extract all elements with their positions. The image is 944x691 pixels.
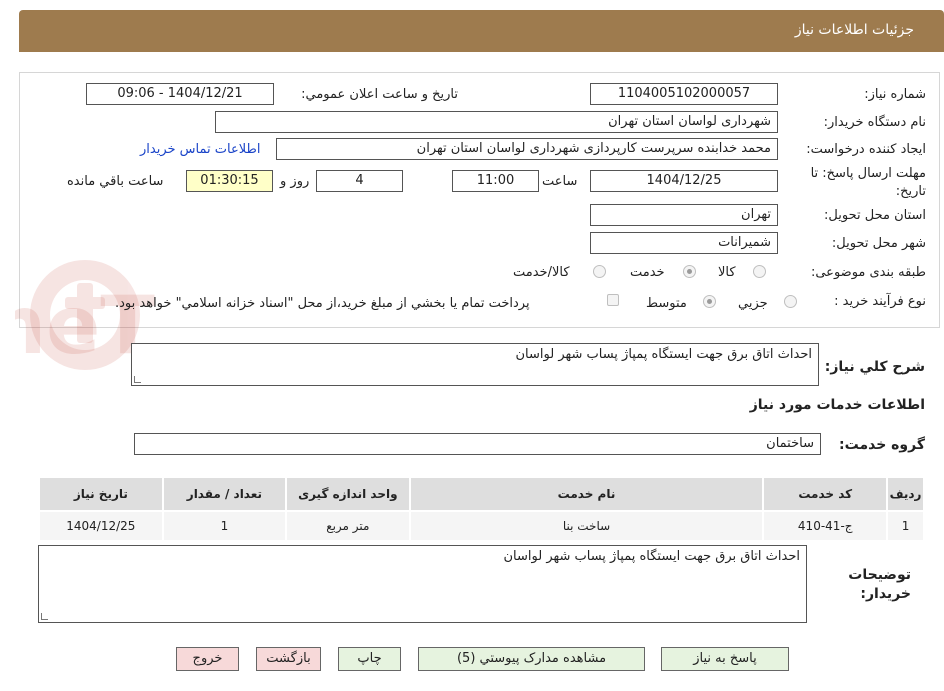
- attachments-button[interactable]: مشاهده مدارک پيوستي (5): [418, 647, 645, 671]
- province-label: استان محل تحويل:: [824, 208, 926, 223]
- cell-unit: متر مربع: [285, 510, 411, 542]
- buyer-org-label: نام دستگاه خريدار:: [823, 115, 926, 130]
- col-header-qty: تعداد / مقدار: [161, 476, 288, 512]
- remaining-time-label: ساعت باقي مانده: [67, 174, 164, 189]
- category-label: طبقه بندی موضوعی:: [810, 265, 926, 280]
- category-radio-goods[interactable]: [753, 265, 766, 278]
- cell-date: 1404/12/25: [38, 510, 164, 542]
- days-label: روز و: [280, 174, 310, 189]
- process-radio-medium[interactable]: [703, 295, 716, 308]
- services-section-title: اطلاعات خدمات مورد نياز: [749, 397, 925, 413]
- page-title: جزئیات اطلاعات نیاز: [794, 22, 914, 38]
- resize-handle-icon[interactable]: [134, 376, 141, 383]
- service-group-field[interactable]: ساختمان: [134, 433, 821, 455]
- treasury-payment-note: پرداخت تمام يا بخشي از مبلغ خريد،از محل …: [115, 296, 530, 311]
- col-header-name: نام خدمت: [408, 476, 765, 512]
- page-header: جزئیات اطلاعات نیاز: [19, 10, 944, 52]
- col-header-index: رديف: [886, 476, 925, 512]
- category-radio-goods-service[interactable]: [593, 265, 606, 278]
- deadline-date-field[interactable]: 1404/12/25: [590, 170, 778, 192]
- table-row: 1 ج-41-410 ساخت بنا متر مربع 1 1404/12/2…: [38, 510, 925, 542]
- buyer-notes-textarea[interactable]: احداث اتاق برق جهت ایستگاه پمپاژ پساب شه…: [38, 545, 807, 623]
- remaining-time-field: 01:30:15: [186, 170, 273, 192]
- summary-text: احداث اتاق برق جهت ایستگاه پمپاژ پساب شه…: [515, 347, 813, 362]
- category-option-goods-service: کالا/خدمت: [513, 265, 570, 280]
- requester-label: ايجاد کننده درخواست:: [806, 142, 926, 157]
- service-group-label: گروه خدمت:: [839, 437, 925, 453]
- buyer-notes-label-2: خريدار:: [860, 586, 911, 602]
- table-header-row: رديف کد خدمت نام خدمت واحد اندازه گيری ت…: [38, 476, 925, 512]
- category-option-service: خدمت: [630, 265, 665, 280]
- process-radio-minor[interactable]: [784, 295, 797, 308]
- reply-button[interactable]: پاسخ به نياز: [661, 647, 789, 671]
- need-number-field[interactable]: 1104005102000057: [590, 83, 778, 105]
- requester-field[interactable]: محمد خدابنده سرپرست کارپردازی شهرداری لو…: [276, 138, 778, 160]
- city-label: شهر محل تحويل:: [831, 236, 926, 251]
- province-field[interactable]: تهران: [590, 204, 778, 226]
- need-number-label: شماره نیاز:: [864, 87, 926, 102]
- treasury-payment-checkbox[interactable]: [607, 294, 619, 306]
- deadline-label: مهلت ارسال پاسخ: تا: [810, 166, 926, 181]
- back-button[interactable]: بازگشت: [256, 647, 321, 671]
- exit-button[interactable]: خروج: [176, 647, 239, 671]
- services-table: رديف کد خدمت نام خدمت واحد اندازه گيری ت…: [38, 476, 925, 542]
- announce-field[interactable]: 1404/12/21 - 09:06: [86, 83, 274, 105]
- category-option-goods: کالا: [718, 265, 736, 280]
- buyer-notes-label: توضيحات: [848, 567, 911, 583]
- col-header-date: تاريخ نياز: [38, 476, 164, 512]
- cell-name: ساخت بنا: [408, 510, 765, 542]
- resize-handle-icon[interactable]: [41, 613, 48, 620]
- buyer-notes-text: احداث اتاق برق جهت ایستگاه پمپاژ پساب شه…: [503, 549, 801, 564]
- cell-code: ج-41-410: [762, 510, 889, 542]
- announce-label: تاریخ و ساعت اعلان عمومي:: [301, 87, 458, 102]
- col-header-code: کد خدمت: [762, 476, 889, 512]
- process-option-medium: متوسط: [646, 296, 687, 311]
- deadline-time-field[interactable]: 11:00: [452, 170, 539, 192]
- city-field[interactable]: شمیرانات: [590, 232, 778, 254]
- buyer-contact-link[interactable]: اطلاعات تماس خريدار: [140, 142, 260, 157]
- cell-index: 1: [886, 510, 925, 542]
- process-option-minor: جزيي: [738, 296, 768, 311]
- deadline-time-label: ساعت: [542, 174, 578, 189]
- cell-qty: 1: [161, 510, 288, 542]
- buyer-org-field[interactable]: شهرداری لواسان استان تهران: [215, 111, 778, 133]
- process-label: نوع فرآيند خريد :: [834, 294, 926, 309]
- deadline-label-date: تاريخ:: [895, 184, 926, 199]
- category-radio-service[interactable]: [683, 265, 696, 278]
- summary-label: شرح کلي نياز:: [824, 359, 925, 375]
- days-field[interactable]: 4: [316, 170, 403, 192]
- summary-textarea[interactable]: احداث اتاق برق جهت ایستگاه پمپاژ پساب شه…: [131, 343, 819, 386]
- print-button[interactable]: چاپ: [338, 647, 401, 671]
- col-header-unit: واحد اندازه گيری: [285, 476, 411, 512]
